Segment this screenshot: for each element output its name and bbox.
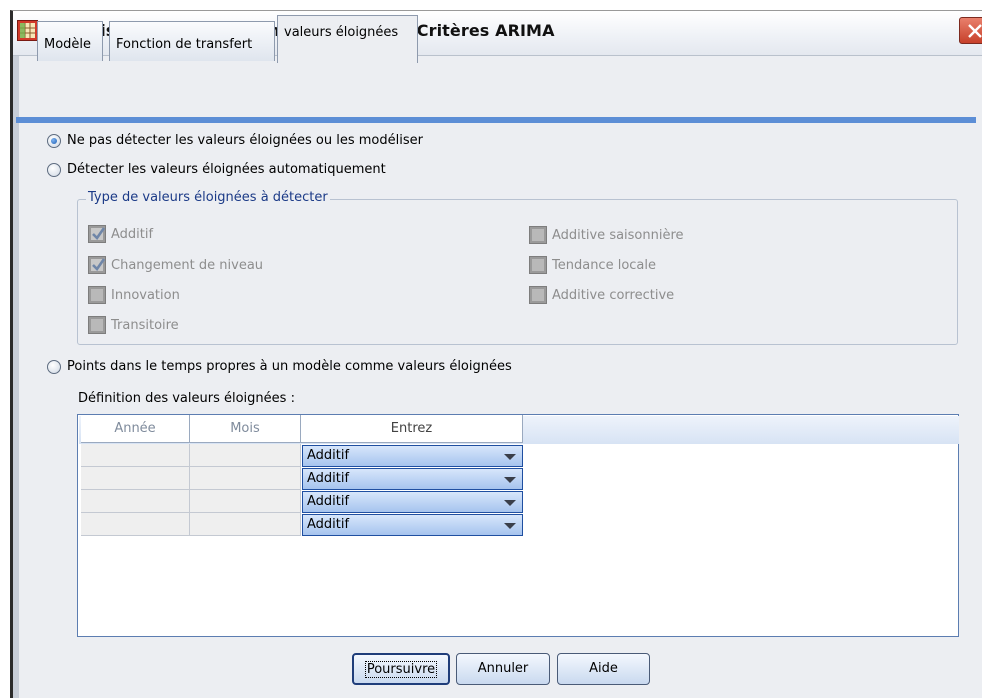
dropdown-value: Additif: [307, 517, 350, 532]
checkbox-seasonal-additive[interactable]: Additive saisonnière: [529, 226, 684, 244]
continue-button[interactable]: Poursuivre: [352, 653, 450, 685]
cancel-button-label: Annuler: [477, 661, 529, 676]
radio-button[interactable]: [47, 359, 61, 374]
radio-specific-points[interactable]: Points dans le temps propres à un modèle…: [47, 359, 512, 374]
checkbox[interactable]: [529, 286, 547, 304]
dropdown-value: Additif: [307, 471, 350, 486]
checkbox-additive[interactable]: Additif: [88, 225, 153, 243]
close-icon: [968, 24, 982, 38]
outlier-definition-table[interactable]: Année Mois Entrez Additif Additif Additi…: [77, 414, 959, 637]
window-border: [13, 56, 19, 698]
checkbox-local-trend[interactable]: Tendance locale: [529, 256, 656, 274]
checkbox-transient[interactable]: Transitoire: [88, 316, 179, 334]
checkbox-additive-patch[interactable]: Additive corrective: [529, 286, 674, 304]
checkbox-level-shift[interactable]: Changement de niveau: [88, 256, 263, 274]
outlier-type-dropdown[interactable]: Additif: [302, 445, 523, 467]
checkbox-innovational-label: Innovation: [111, 287, 180, 303]
chevron-down-icon: [504, 500, 516, 506]
table-cell-year[interactable]: [81, 467, 190, 490]
tab-label: Fonction de transfert: [116, 37, 253, 52]
tab-modele[interactable]: Modèle: [37, 21, 103, 61]
continue-button-label: Poursuivre: [364, 661, 438, 678]
outlier-type-dropdown[interactable]: Additif: [302, 468, 523, 490]
checkbox-innovational[interactable]: Innovation: [88, 286, 180, 304]
checkbox-additive-patch-label: Additive corrective: [552, 287, 675, 303]
close-button[interactable]: [959, 17, 982, 44]
tab-fonction-transfert[interactable]: Fonction de transfert: [109, 21, 275, 61]
column-header-year[interactable]: Année: [81, 415, 190, 443]
app-table-icon: [17, 20, 38, 41]
table-cell-year[interactable]: [81, 444, 190, 467]
dropdown-value: Additif: [307, 494, 350, 509]
tab-strip-divider: [16, 117, 976, 123]
checkbox[interactable]: [88, 256, 106, 274]
radio-no-detect[interactable]: Ne pas détecter les valeurs éloignées ou…: [47, 133, 423, 148]
table-cell-month[interactable]: [190, 490, 301, 513]
table-cell-month[interactable]: [190, 444, 301, 467]
tab-label: valeurs éloignées: [284, 25, 399, 40]
tab-valeurs-eloignees[interactable]: valeurs éloignées: [277, 15, 418, 63]
outlier-type-dropdown[interactable]: Additif: [302, 491, 523, 513]
table-cell-year[interactable]: [81, 513, 190, 536]
radio-no-detect-label: Ne pas détecter les valeurs éloignées ou…: [67, 133, 423, 148]
table-cell-month[interactable]: [190, 513, 301, 536]
checkbox-local-trend-label: Tendance locale: [552, 257, 656, 273]
checkbox-seasonal-additive-label: Additive saisonnière: [552, 227, 684, 243]
check-icon: [92, 227, 106, 241]
checkbox[interactable]: [529, 256, 547, 274]
outlier-types-group-title: Type de valeurs éloignées à détecter: [86, 190, 330, 205]
check-icon: [92, 258, 106, 272]
chevron-down-icon: [504, 454, 516, 460]
chevron-down-icon: [504, 523, 516, 529]
checkbox[interactable]: [529, 226, 547, 244]
chevron-down-icon: [504, 477, 516, 483]
definition-label: Définition des valeurs éloignées :: [78, 391, 295, 406]
checkbox-additive-label: Additif: [111, 226, 154, 242]
outlier-type-dropdown[interactable]: Additif: [302, 514, 523, 536]
table-cell-month[interactable]: [190, 467, 301, 490]
tab-label: Modèle: [44, 37, 92, 52]
radio-button[interactable]: [47, 162, 61, 177]
help-button[interactable]: Aide: [557, 653, 650, 685]
column-header-entrez[interactable]: Entrez: [301, 415, 523, 443]
radio-specific-points-label: Points dans le temps propres à un modèle…: [67, 359, 512, 374]
checkbox-level-shift-label: Changement de niveau: [111, 257, 264, 273]
dropdown-value: Additif: [307, 448, 350, 463]
help-button-label: Aide: [589, 661, 618, 676]
checkbox[interactable]: [88, 225, 106, 243]
checkbox-transient-label: Transitoire: [111, 317, 179, 333]
checkbox[interactable]: [88, 286, 106, 304]
radio-button[interactable]: [47, 133, 61, 148]
radio-auto-detect-label: Détecter les valeurs éloignées automatiq…: [67, 162, 386, 177]
cancel-button[interactable]: Annuler: [456, 653, 550, 685]
radio-auto-detect[interactable]: Détecter les valeurs éloignées automatiq…: [47, 162, 386, 177]
table-cell-year[interactable]: [81, 490, 190, 513]
column-header-month[interactable]: Mois: [190, 415, 301, 443]
checkbox[interactable]: [88, 316, 106, 334]
